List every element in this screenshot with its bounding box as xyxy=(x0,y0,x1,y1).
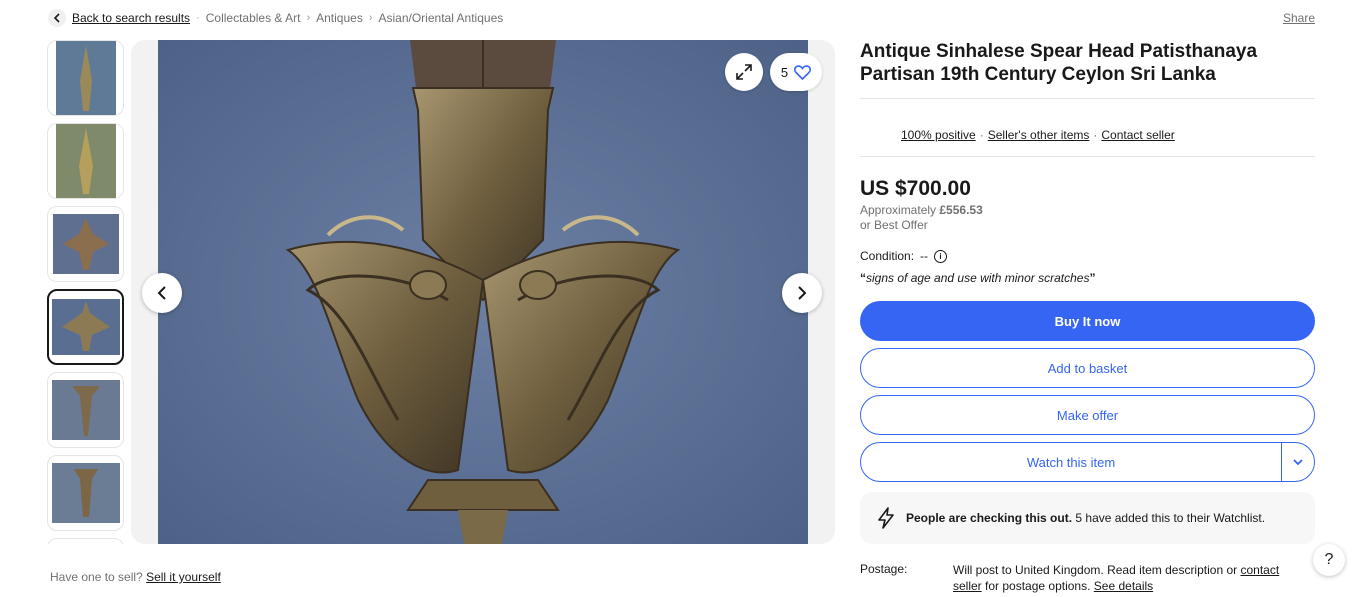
watch-this-item-button[interactable]: Watch this item xyxy=(861,443,1281,481)
watch-heart-button[interactable]: 5 xyxy=(770,53,822,91)
expand-icon xyxy=(736,64,752,80)
chevron-left-icon xyxy=(53,13,60,23)
image-gallery: 5 xyxy=(131,40,835,544)
breadcrumb-item-antiques[interactable]: Antiques xyxy=(316,11,363,25)
sell-prompt-text: Have one to sell? xyxy=(50,570,143,584)
thumbnail-strip xyxy=(47,40,125,544)
seller-feedback-link[interactable]: 100% positive xyxy=(901,128,976,142)
item-title: Antique Sinhalese Spear Head Patisthanay… xyxy=(860,40,1315,99)
back-to-search-link[interactable]: Back to search results xyxy=(72,11,190,25)
separator-dot: · xyxy=(979,128,984,142)
help-button[interactable]: ? xyxy=(1313,544,1345,576)
condition-row: Condition: -- i xyxy=(860,249,1315,263)
buy-it-now-button[interactable]: Buy It now xyxy=(860,301,1315,341)
chevron-right-icon xyxy=(798,286,807,300)
approx-prefix: Approximately xyxy=(860,203,937,217)
previous-image-button[interactable] xyxy=(142,273,182,313)
postage-value: Will post to United Kingdom. Read item d… xyxy=(953,562,1315,594)
postage-contact-link[interactable]: contact xyxy=(1240,563,1279,577)
condition-quote: “signs of age and use with minor scratch… xyxy=(860,271,1315,285)
postage-text-1: Will post to United Kingdom. Read item d… xyxy=(953,563,1238,577)
thumbnail-4-selected[interactable] xyxy=(47,289,124,365)
share-link[interactable]: Share xyxy=(1283,11,1315,25)
breadcrumb-item-collectables[interactable]: Collectables & Art xyxy=(206,11,301,25)
fullscreen-button[interactable] xyxy=(725,53,763,91)
postage-contact-link-seller[interactable]: seller xyxy=(953,579,982,593)
chevron-down-icon xyxy=(1293,459,1303,466)
back-button[interactable] xyxy=(48,9,66,27)
condition-quote-text: signs of age and use with minor scratche… xyxy=(866,271,1090,285)
item-price: US $700.00 xyxy=(860,177,971,200)
sell-it-yourself-link[interactable]: Sell it yourself xyxy=(146,570,221,584)
info-icon[interactable]: i xyxy=(934,249,948,263)
separator-dot: · xyxy=(1093,128,1098,142)
thumbnail-5[interactable] xyxy=(47,372,124,448)
approx-value: £556.53 xyxy=(939,203,983,217)
close-quote: ” xyxy=(1089,271,1096,285)
approx-price: Approximately £556.53 xyxy=(860,203,1315,217)
breadcrumb-dot: · xyxy=(196,12,200,24)
breadcrumb: Back to search results · Collectables & … xyxy=(48,8,1315,28)
chevron-right-icon: › xyxy=(368,12,373,24)
seller-other-items-link[interactable]: Seller's other items xyxy=(988,128,1090,142)
best-offer-text: or Best Offer xyxy=(860,218,928,232)
thumbnail-1[interactable] xyxy=(47,40,124,116)
watchlist-signal-bold: People are checking this out. xyxy=(906,511,1073,525)
see-details-link[interactable]: See details xyxy=(1094,579,1153,593)
postage-label: Postage: xyxy=(860,562,908,576)
watchlist-signal: People are checking this out. 5 have add… xyxy=(860,492,1315,544)
watchlist-signal-rest: 5 have added this to their Watchlist. xyxy=(1075,511,1266,525)
item-summary-panel: Antique Sinhalese Spear Head Patisthanay… xyxy=(860,40,1315,544)
condition-label: Condition: xyxy=(860,249,915,263)
chevron-right-icon: › xyxy=(306,12,311,24)
heart-icon xyxy=(794,64,812,80)
lightning-icon xyxy=(878,507,894,529)
thumbnail-3[interactable] xyxy=(47,206,124,282)
thumbnail-2[interactable] xyxy=(47,123,124,199)
contact-seller-link[interactable]: Contact seller xyxy=(1101,128,1174,142)
watch-dropdown-button[interactable] xyxy=(1281,443,1314,481)
product-image xyxy=(158,40,808,544)
chevron-left-icon xyxy=(157,286,166,300)
breadcrumb-item-asian-antiques[interactable]: Asian/Oriental Antiques xyxy=(379,11,504,25)
watch-count: 5 xyxy=(780,64,789,80)
thumbnail-7[interactable] xyxy=(47,538,124,544)
sell-prompt: Have one to sell? Sell it yourself xyxy=(50,570,221,584)
seller-info: 100% positive · Seller's other items · C… xyxy=(860,99,1315,157)
make-offer-button[interactable]: Make offer xyxy=(860,395,1315,435)
postage-text-2: for postage options. xyxy=(985,579,1091,593)
question-mark-icon: ? xyxy=(1324,551,1334,568)
watchlist-signal-text: People are checking this out. 5 have add… xyxy=(906,511,1265,525)
postage-row: Postage: Will post to United Kingdom. Re… xyxy=(860,562,1315,594)
add-to-basket-button[interactable]: Add to basket xyxy=(860,348,1315,388)
thumbnail-6[interactable] xyxy=(47,455,124,531)
next-image-button[interactable] xyxy=(782,273,822,313)
condition-value: -- xyxy=(920,249,929,263)
watch-item-control: Watch this item xyxy=(860,442,1315,482)
